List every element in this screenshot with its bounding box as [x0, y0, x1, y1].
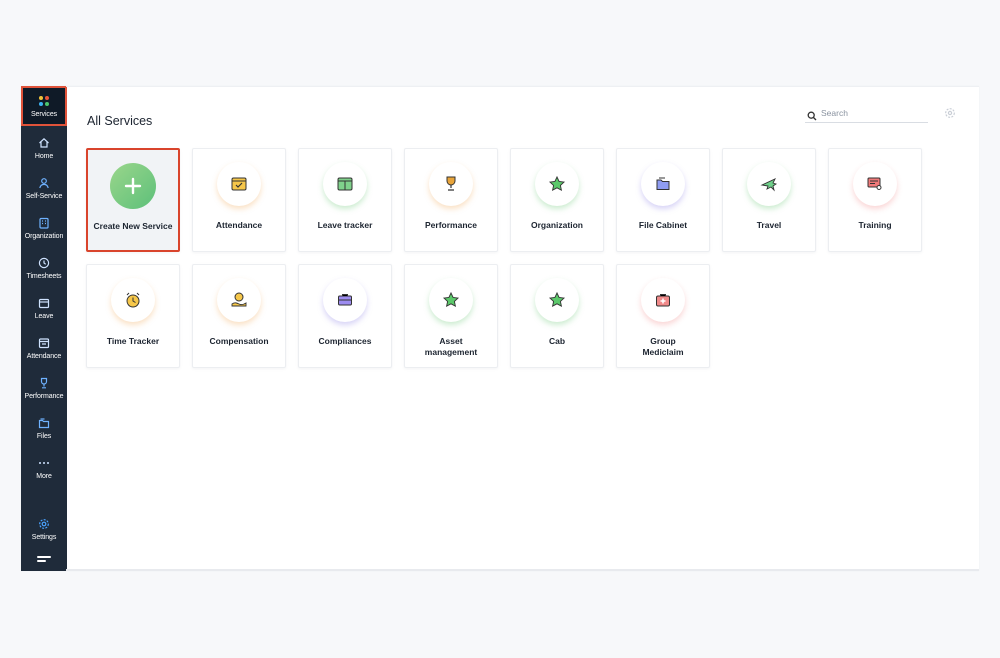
more-dots-icon — [37, 456, 51, 470]
attendance-calendar-icon — [217, 162, 261, 206]
leave-tracker-icon — [323, 162, 367, 206]
briefcase-icon — [323, 278, 367, 322]
service-label: Group Mediclaim — [642, 336, 684, 357]
airplane-icon — [747, 162, 791, 206]
service-label: File Cabinet — [638, 220, 688, 230]
service-label: Travel — [756, 220, 782, 230]
medical-kit-icon — [641, 278, 685, 322]
service-card-training[interactable]: Training — [828, 148, 922, 252]
service-card-cab[interactable]: Cab — [510, 264, 604, 368]
search-box[interactable] — [805, 104, 928, 123]
service-card-file-cabinet[interactable]: File Cabinet — [616, 148, 710, 252]
page-title: All Services — [87, 114, 153, 128]
sidebar-item-label: Self-Service — [25, 193, 63, 200]
sidebar-item-label: Files — [36, 433, 52, 440]
search-input[interactable] — [821, 108, 921, 118]
service-card-group-mediclaim[interactable]: Group Mediclaim — [616, 264, 710, 368]
sidebar-item-services[interactable]: Services — [21, 86, 67, 126]
sidebar-item-leave[interactable]: Leave — [21, 294, 67, 330]
home-icon — [37, 136, 51, 150]
service-label: Training — [858, 220, 892, 230]
service-card-attendance[interactable]: Attendance — [192, 148, 286, 252]
calendar-icon — [37, 296, 51, 310]
sidebar-item-label: Home — [34, 153, 54, 160]
alarm-clock-icon — [111, 278, 155, 322]
sidebar-item-performance[interactable]: Performance — [21, 374, 67, 410]
service-card-travel[interactable]: Travel — [722, 148, 816, 252]
trophy-icon — [37, 376, 51, 390]
service-label: Performance — [425, 220, 477, 230]
service-card-performance[interactable]: Performance — [404, 148, 498, 252]
sidebar-item-self-service[interactable]: Self-Service — [21, 174, 67, 210]
search-icon — [807, 108, 817, 121]
create-new-service-card[interactable]: Create New Service — [86, 148, 180, 252]
money-hand-icon — [217, 278, 261, 322]
plus-icon — [110, 163, 156, 209]
trophy-icon — [429, 162, 473, 206]
star-icon — [429, 278, 473, 322]
bottom-divider — [66, 569, 979, 571]
sidebar-item-home[interactable]: Home — [21, 134, 67, 170]
gear-icon — [37, 517, 51, 531]
service-label: Time Tracker — [106, 336, 160, 346]
sidebar-item-label: Organization — [24, 233, 64, 240]
sidebar-item-files[interactable]: Files — [21, 414, 67, 450]
service-label: Asset management — [424, 336, 478, 357]
sidebar-item-label: Services — [30, 111, 58, 118]
sidebar-item-label: Leave — [34, 313, 54, 320]
sidebar-item-settings[interactable]: Settings — [21, 515, 67, 551]
sidebar: Services Home Self-Service Organization — [21, 86, 67, 571]
star-icon — [535, 278, 579, 322]
service-card-time-tracker[interactable]: Time Tracker — [86, 264, 180, 368]
file-cabinet-icon — [641, 162, 685, 206]
training-board-icon — [853, 162, 897, 206]
service-card-asset-management[interactable]: Asset management — [404, 264, 498, 368]
service-label: Cab — [548, 336, 566, 346]
service-label: Attendance — [215, 220, 263, 230]
service-card-organization[interactable]: Organization — [510, 148, 604, 252]
service-card-compensation[interactable]: Compensation — [192, 264, 286, 368]
service-card-leave-tracker[interactable]: Leave tracker — [298, 148, 392, 252]
hamburger-menu-icon[interactable] — [37, 556, 51, 564]
services-grid-icon — [37, 94, 51, 108]
service-label: Leave tracker — [317, 220, 373, 230]
sidebar-item-organization[interactable]: Organization — [21, 214, 67, 250]
files-icon — [37, 416, 51, 430]
sidebar-item-label: Performance — [24, 393, 64, 400]
organization-icon — [37, 216, 51, 230]
clock-icon — [37, 256, 51, 270]
service-label: Compliances — [318, 336, 372, 346]
star-icon — [535, 162, 579, 206]
top-divider — [66, 86, 979, 87]
app-window: Services Home Self-Service Organization — [21, 86, 979, 571]
sidebar-item-attendance[interactable]: Attendance — [21, 334, 67, 370]
attendance-icon — [37, 336, 51, 350]
service-label: Organization — [531, 220, 583, 230]
sidebar-item-timesheets[interactable]: Timesheets — [21, 254, 67, 290]
sidebar-item-label: Attendance — [26, 353, 62, 360]
sidebar-item-label: More — [36, 473, 52, 480]
sidebar-item-more[interactable]: More — [21, 454, 67, 490]
service-card-compliances[interactable]: Compliances — [298, 264, 392, 368]
service-label: Compensation — [209, 336, 269, 346]
service-label: Create New Service — [93, 221, 173, 231]
settings-gear-icon[interactable] — [944, 106, 956, 118]
user-icon — [37, 176, 51, 190]
sidebar-item-label: Timesheets — [26, 273, 62, 280]
sidebar-item-label: Settings — [31, 534, 57, 541]
